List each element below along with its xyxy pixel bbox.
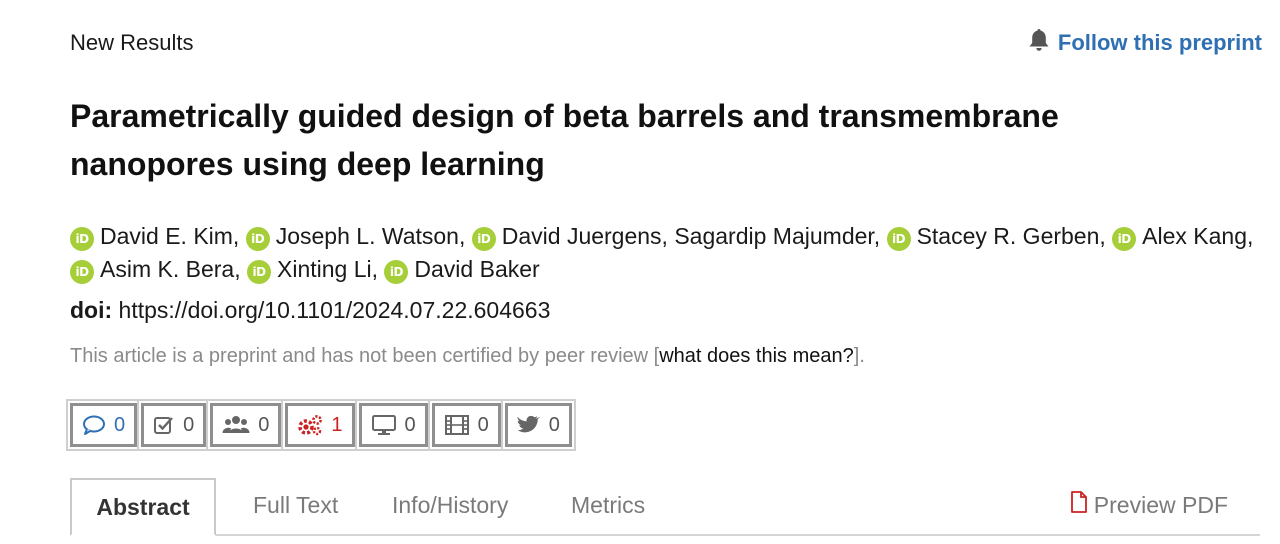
automated-count: 1 — [331, 413, 343, 436]
bell-icon — [1028, 28, 1050, 58]
orcid-icon[interactable]: iD — [245, 227, 270, 251]
author-item[interactable]: iD David Baker — [384, 256, 540, 284]
preview-pdf-link[interactable]: Preview PDF — [1070, 478, 1228, 532]
orcid-icon[interactable]: iD — [247, 260, 271, 284]
metrics-bar: 0 0 0 1 0 0 0 — [67, 401, 574, 449]
presentations-metric[interactable]: 0 — [356, 401, 430, 449]
monitor-icon — [371, 414, 397, 436]
author-name[interactable]: Sagardip Majumder, — [674, 223, 880, 249]
author-name[interactable]: David E. Kim, — [100, 223, 239, 249]
twitter-bird-icon — [517, 414, 541, 436]
doi-link[interactable]: https://doi.org/10.1101/2024.07.22.60466… — [119, 297, 551, 323]
orcid-icon[interactable]: iD — [471, 227, 496, 251]
checkbox-icon — [153, 414, 175, 436]
author-name[interactable]: Xinting Li, — [277, 256, 378, 282]
users-icon — [222, 414, 250, 436]
orcid-icon[interactable]: iD — [70, 227, 94, 251]
reviews-count: 0 — [183, 413, 195, 436]
section-label: New Results — [70, 30, 194, 55]
presentations-count: 0 — [404, 413, 416, 436]
reviews-metric[interactable]: 0 — [139, 401, 209, 449]
comments-metric[interactable]: 0 — [67, 401, 140, 449]
tweets-count: 0 — [548, 413, 560, 436]
orcid-icon[interactable]: iD — [70, 260, 94, 284]
author-name[interactable]: Asim K. Bera, — [100, 256, 241, 282]
author-item[interactable]: iD Alex Kang, — [1112, 223, 1253, 251]
orcid-icon[interactable]: iD — [886, 227, 911, 251]
doi-line: doi: https://doi.org/10.1101/2024.07.22.… — [70, 297, 550, 324]
orcid-icon[interactable]: iD — [384, 260, 409, 284]
film-icon — [444, 414, 470, 436]
tweets-metric[interactable]: 0 — [502, 401, 574, 449]
community-metric[interactable]: 0 — [208, 401, 284, 449]
author-item[interactable]: iD Stacey R. Gerben, — [886, 223, 1106, 251]
comment-icon — [82, 414, 106, 436]
author-item[interactable]: iD David Juergens, — [471, 223, 668, 251]
author-name[interactable]: David Juergens, — [502, 223, 668, 249]
author-item[interactable]: iD David E. Kim, — [70, 223, 239, 251]
comments-count: 0 — [114, 413, 126, 436]
community-count: 0 — [258, 413, 270, 436]
tab-info-history[interactable]: Info/History — [392, 478, 508, 532]
videos-metric[interactable]: 0 — [429, 401, 503, 449]
author-item[interactable]: iD Xinting Li, — [247, 256, 378, 284]
tab-abstract[interactable]: Abstract — [70, 478, 216, 536]
author-name[interactable]: Stacey R. Gerben, — [917, 223, 1106, 249]
author-name[interactable]: David Baker — [414, 256, 539, 282]
tab-full-text[interactable]: Full Text — [253, 478, 338, 532]
author-item[interactable]: iD Asim K. Bera, — [70, 256, 241, 284]
orcid-icon[interactable]: iD — [1112, 227, 1137, 251]
follow-preprint-link[interactable]: Follow this preprint — [1028, 28, 1262, 58]
follow-label: Follow this preprint — [1057, 30, 1262, 55]
preprint-note-end: ]. — [853, 345, 865, 367]
author-item[interactable]: iD Joseph L. Watson, — [245, 223, 466, 251]
gears-icon — [297, 414, 323, 436]
videos-count: 0 — [477, 413, 489, 436]
what-does-this-mean-link[interactable]: what does this mean? — [659, 345, 854, 367]
preview-pdf-label: Preview PDF — [1093, 492, 1228, 518]
author-name[interactable]: Alex Kang, — [1142, 223, 1253, 249]
author-item[interactable]: Sagardip Majumder, — [674, 223, 880, 249]
pdf-file-icon — [1070, 478, 1088, 532]
preprint-notice: This article is a preprint and has not b… — [70, 345, 865, 368]
preprint-note-text: This article is a preprint and has not b… — [70, 345, 660, 367]
automated-metric[interactable]: 1 — [283, 401, 357, 449]
doi-label: doi: — [70, 297, 113, 323]
author-list: iD David E. Kim, iD Joseph L. Watson, iD Da… — [70, 220, 1270, 286]
article-tabs: Abstract Full Text Info/History Metrics … — [70, 478, 1260, 536]
article-title: Parametrically guided design of beta bar… — [70, 98, 1059, 182]
tab-metrics[interactable]: Metrics — [571, 478, 645, 532]
author-name[interactable]: Joseph L. Watson, — [276, 223, 466, 249]
